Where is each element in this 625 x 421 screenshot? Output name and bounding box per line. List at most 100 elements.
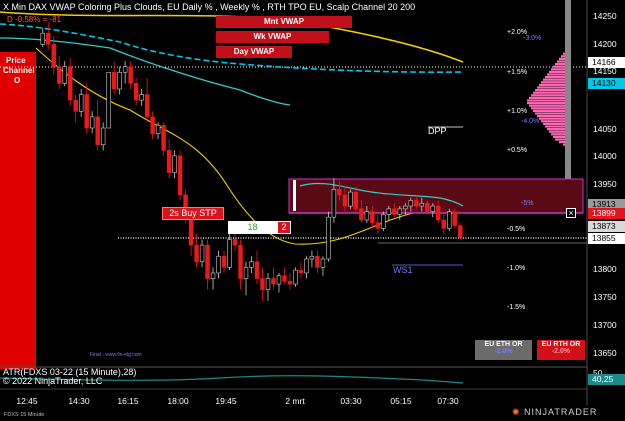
price-marker-13899: 13899 (588, 208, 625, 219)
candle-up (199, 244, 205, 263)
candle-up (122, 66, 128, 73)
candle-down (414, 200, 419, 207)
pct-plus-0-5: +0.5% (507, 147, 528, 154)
candle-down (238, 244, 243, 279)
candle-up (117, 71, 122, 90)
candle-up (397, 208, 403, 215)
close-icon[interactable]: × (566, 208, 576, 218)
candle-up (403, 205, 408, 210)
candle-up (430, 205, 436, 212)
candle-up (326, 216, 331, 260)
candle-up (276, 275, 282, 285)
candle-up (227, 239, 232, 268)
time-label: 18:00 (167, 396, 189, 406)
instrument-label: FDXS 15 Minute (4, 412, 45, 418)
candle-up (386, 208, 392, 215)
candle-up (419, 202, 425, 207)
candle-down (84, 94, 89, 129)
price-marker-14166: 14166 (588, 57, 625, 68)
monthly-vwap-badge: Mnt VWAP (216, 16, 352, 28)
time-label: 03:30 (340, 396, 362, 406)
time-label: 2 mrt (285, 396, 305, 406)
pct-plus-1: +1.0% (507, 108, 528, 115)
order-count[interactable]: 2 (277, 221, 291, 234)
candle-down (46, 32, 51, 45)
candle-down (282, 275, 287, 282)
candle-down (458, 225, 463, 238)
candle-up (106, 71, 111, 129)
candle-down (271, 278, 276, 285)
pct-minus-0-5: -0.5% (507, 226, 526, 233)
candle-down (298, 269, 304, 274)
candle-up (89, 116, 95, 129)
price-tick-13650: 13650 (593, 348, 617, 358)
candle-up (40, 32, 45, 45)
candle-up (364, 211, 370, 221)
candle-up (100, 127, 106, 146)
candle-down (95, 116, 100, 146)
candle-down (260, 278, 265, 290)
price-tick-13800: 13800 (593, 264, 617, 274)
candle-down (353, 191, 359, 210)
candle-up (139, 94, 144, 101)
candle-down (315, 255, 320, 268)
candle-up (304, 258, 309, 274)
dpp-label: DPP (428, 126, 447, 136)
candle-down (436, 205, 441, 221)
profile-row (527, 102, 571, 105)
watermark: Final - www.fin-elg.com (90, 352, 142, 358)
buy-stop-order[interactable]: 2s Buy STP (162, 207, 224, 220)
price-tick-13700: 13700 (593, 320, 617, 330)
candle-up (172, 155, 177, 173)
candle-down (111, 71, 117, 90)
candle-down (161, 124, 166, 151)
candle-down (194, 244, 199, 263)
eth-or-label: EU ETH OR (484, 341, 523, 348)
candle-up (216, 255, 221, 274)
candle-down (57, 66, 62, 84)
candle-down (452, 211, 457, 226)
price-tick-13950: 13950 (593, 179, 617, 189)
time-label: 05:15 (390, 396, 412, 406)
time-label: 14:30 (68, 396, 90, 406)
time-label: 16:15 (117, 396, 139, 406)
o-label: O (14, 76, 21, 85)
candle-up (243, 267, 249, 279)
ws1-label: WS1 (393, 265, 413, 275)
candle-up (320, 258, 326, 268)
candle-up (331, 189, 337, 218)
candle-up (447, 211, 452, 229)
candle-down (392, 208, 397, 215)
candle-up (78, 94, 84, 112)
candle-down (166, 150, 172, 173)
rth-or-button[interactable]: EU RTH OR -2.0% (537, 340, 585, 360)
atr-value-marker: 40,25 (588, 374, 625, 385)
pct-minus-1: -1.0% (507, 265, 526, 272)
eth-or-button[interactable]: EU ETH OR -2.0% (475, 340, 532, 360)
order-quantity-field[interactable]: 18 (228, 221, 277, 234)
channel-pct-label: -5% (521, 200, 534, 207)
candle-down (441, 219, 446, 229)
candle-down (205, 244, 210, 279)
time-label: 12:45 (16, 396, 38, 406)
candle-down (359, 208, 364, 221)
candle-down (337, 189, 342, 196)
copyright-text: © 2022 NinjaTrader, LLC (3, 376, 103, 386)
bar-marker (293, 180, 296, 211)
time-label: 07:30 (437, 396, 459, 406)
candle-up (408, 200, 414, 207)
ninja-swirl-icon: ✺ (512, 407, 525, 417)
candle-down (188, 216, 194, 246)
candle-down (375, 222, 381, 229)
weekly-vwap-badge: Wk VWAP (216, 31, 329, 43)
candle-down (425, 202, 430, 212)
daily-delta: D -0.58% = -81 (7, 15, 62, 24)
candle-down (177, 155, 183, 196)
candle-up (348, 191, 353, 207)
time-label: 19:45 (215, 396, 237, 406)
candle-down (67, 66, 73, 101)
candle-up (155, 124, 161, 134)
candle-down (370, 211, 375, 224)
candle-up (309, 255, 315, 260)
ninjatrader-logo: ✺ NINJATRADER (512, 407, 598, 417)
